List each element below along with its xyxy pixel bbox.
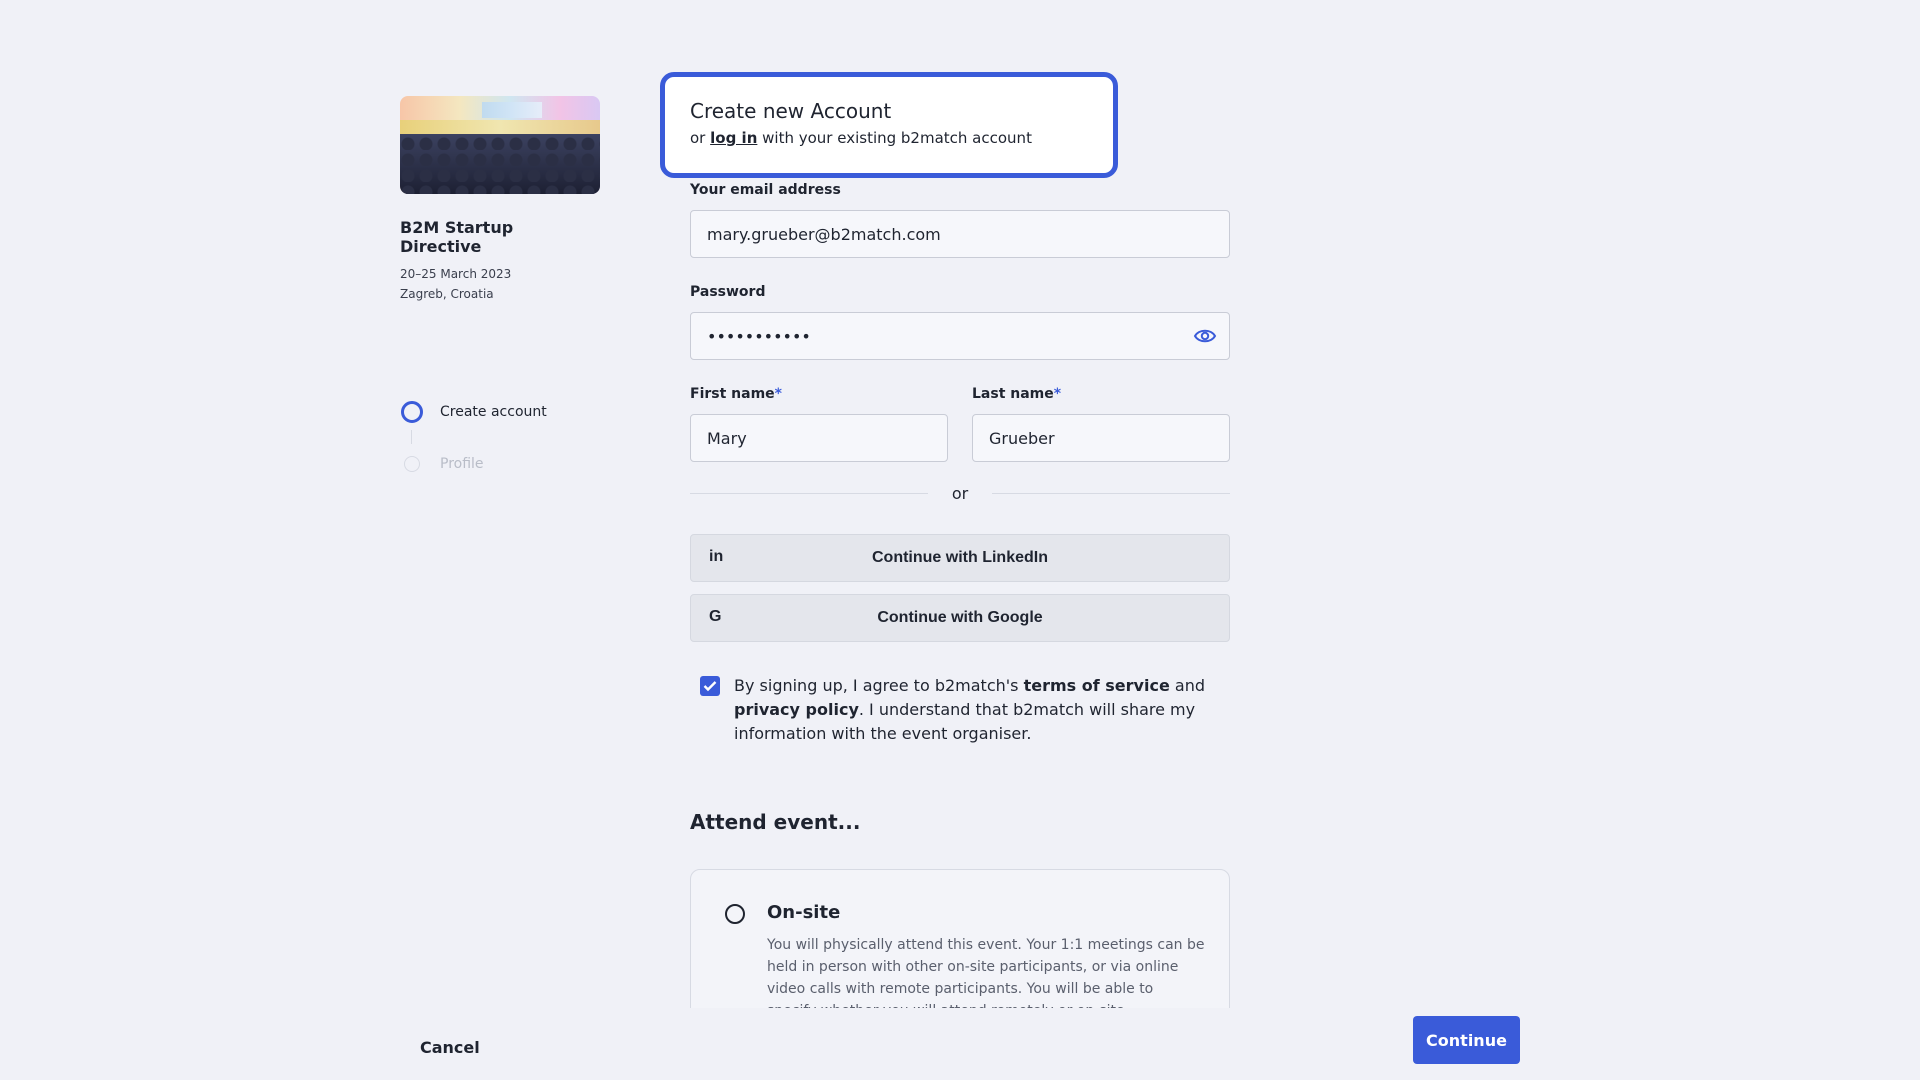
first-name-field[interactable]: Mary (690, 414, 948, 462)
option-title: On-site (767, 902, 841, 923)
step-connector (411, 430, 412, 444)
terms-of-service-link[interactable]: terms of service (1024, 676, 1170, 695)
login-link[interactable]: log in (710, 129, 757, 147)
page-title: Create new Account (690, 99, 892, 123)
google-button[interactable]: G Continue with Google (690, 594, 1230, 642)
privacy-policy-link[interactable]: privacy policy (734, 700, 859, 719)
event-card: B2M Startup Directive 20–25 March 2023 Z… (400, 96, 600, 304)
continue-button[interactable]: Continue (1413, 1016, 1520, 1064)
google-icon: G (709, 608, 722, 625)
progress-steps: Create account Profile (400, 400, 547, 476)
step-profile: Profile (400, 452, 547, 476)
password-field[interactable]: ••••••••••• (690, 312, 1230, 360)
linkedin-button[interactable]: in Continue with LinkedIn (690, 534, 1230, 582)
form-header: Create new Account or log in with your e… (660, 72, 1118, 178)
last-name-field[interactable]: Grueber (972, 414, 1230, 462)
email-label: Your email address (690, 182, 841, 198)
last-name-label: Last name* (972, 386, 1062, 402)
email-field[interactable]: mary.grueber@b2match.com (690, 210, 1230, 258)
step-active-indicator (400, 400, 424, 424)
terms-checkbox[interactable] (700, 676, 720, 696)
check-icon (703, 681, 717, 692)
terms-agreement: By signing up, I agree to b2match's term… (700, 674, 1220, 746)
attend-option-on-site[interactable]: On-site You will physically attend this … (690, 869, 1230, 1029)
linkedin-icon: in (709, 548, 724, 565)
eye-icon[interactable] (1193, 326, 1217, 346)
name-fields: First name* Mary Last name* Grueber (690, 386, 1230, 462)
or-divider: or (690, 484, 1230, 503)
first-name-label: First name* (690, 386, 782, 402)
step-inactive-indicator (400, 452, 424, 476)
footer-bar: Cancel Continue (0, 1008, 1920, 1080)
header-subtitle: or log in with your existing b2match acc… (690, 129, 1032, 147)
event-image (400, 96, 600, 194)
on-site-radio[interactable] (725, 904, 745, 924)
password-field-group: Password ••••••••••• (690, 284, 1230, 360)
step-label: Profile (440, 456, 484, 472)
attend-event-heading: Attend event... (690, 810, 861, 834)
event-title: B2M Startup Directive (400, 218, 514, 256)
event-location: Zagreb, Croatia (400, 287, 494, 301)
cancel-button[interactable]: Cancel (420, 1038, 480, 1057)
email-field-group: Your email address mary.grueber@b2match.… (690, 182, 1230, 258)
signup-page: B2M Startup Directive 20–25 March 2023 Z… (0, 0, 1920, 1080)
password-label: Password (690, 284, 766, 300)
event-dates: 20–25 March 2023 (400, 267, 512, 281)
terms-text: By signing up, I agree to b2match's term… (734, 676, 1205, 743)
step-label: Create account (440, 404, 547, 420)
step-create-account: Create account (400, 400, 547, 424)
